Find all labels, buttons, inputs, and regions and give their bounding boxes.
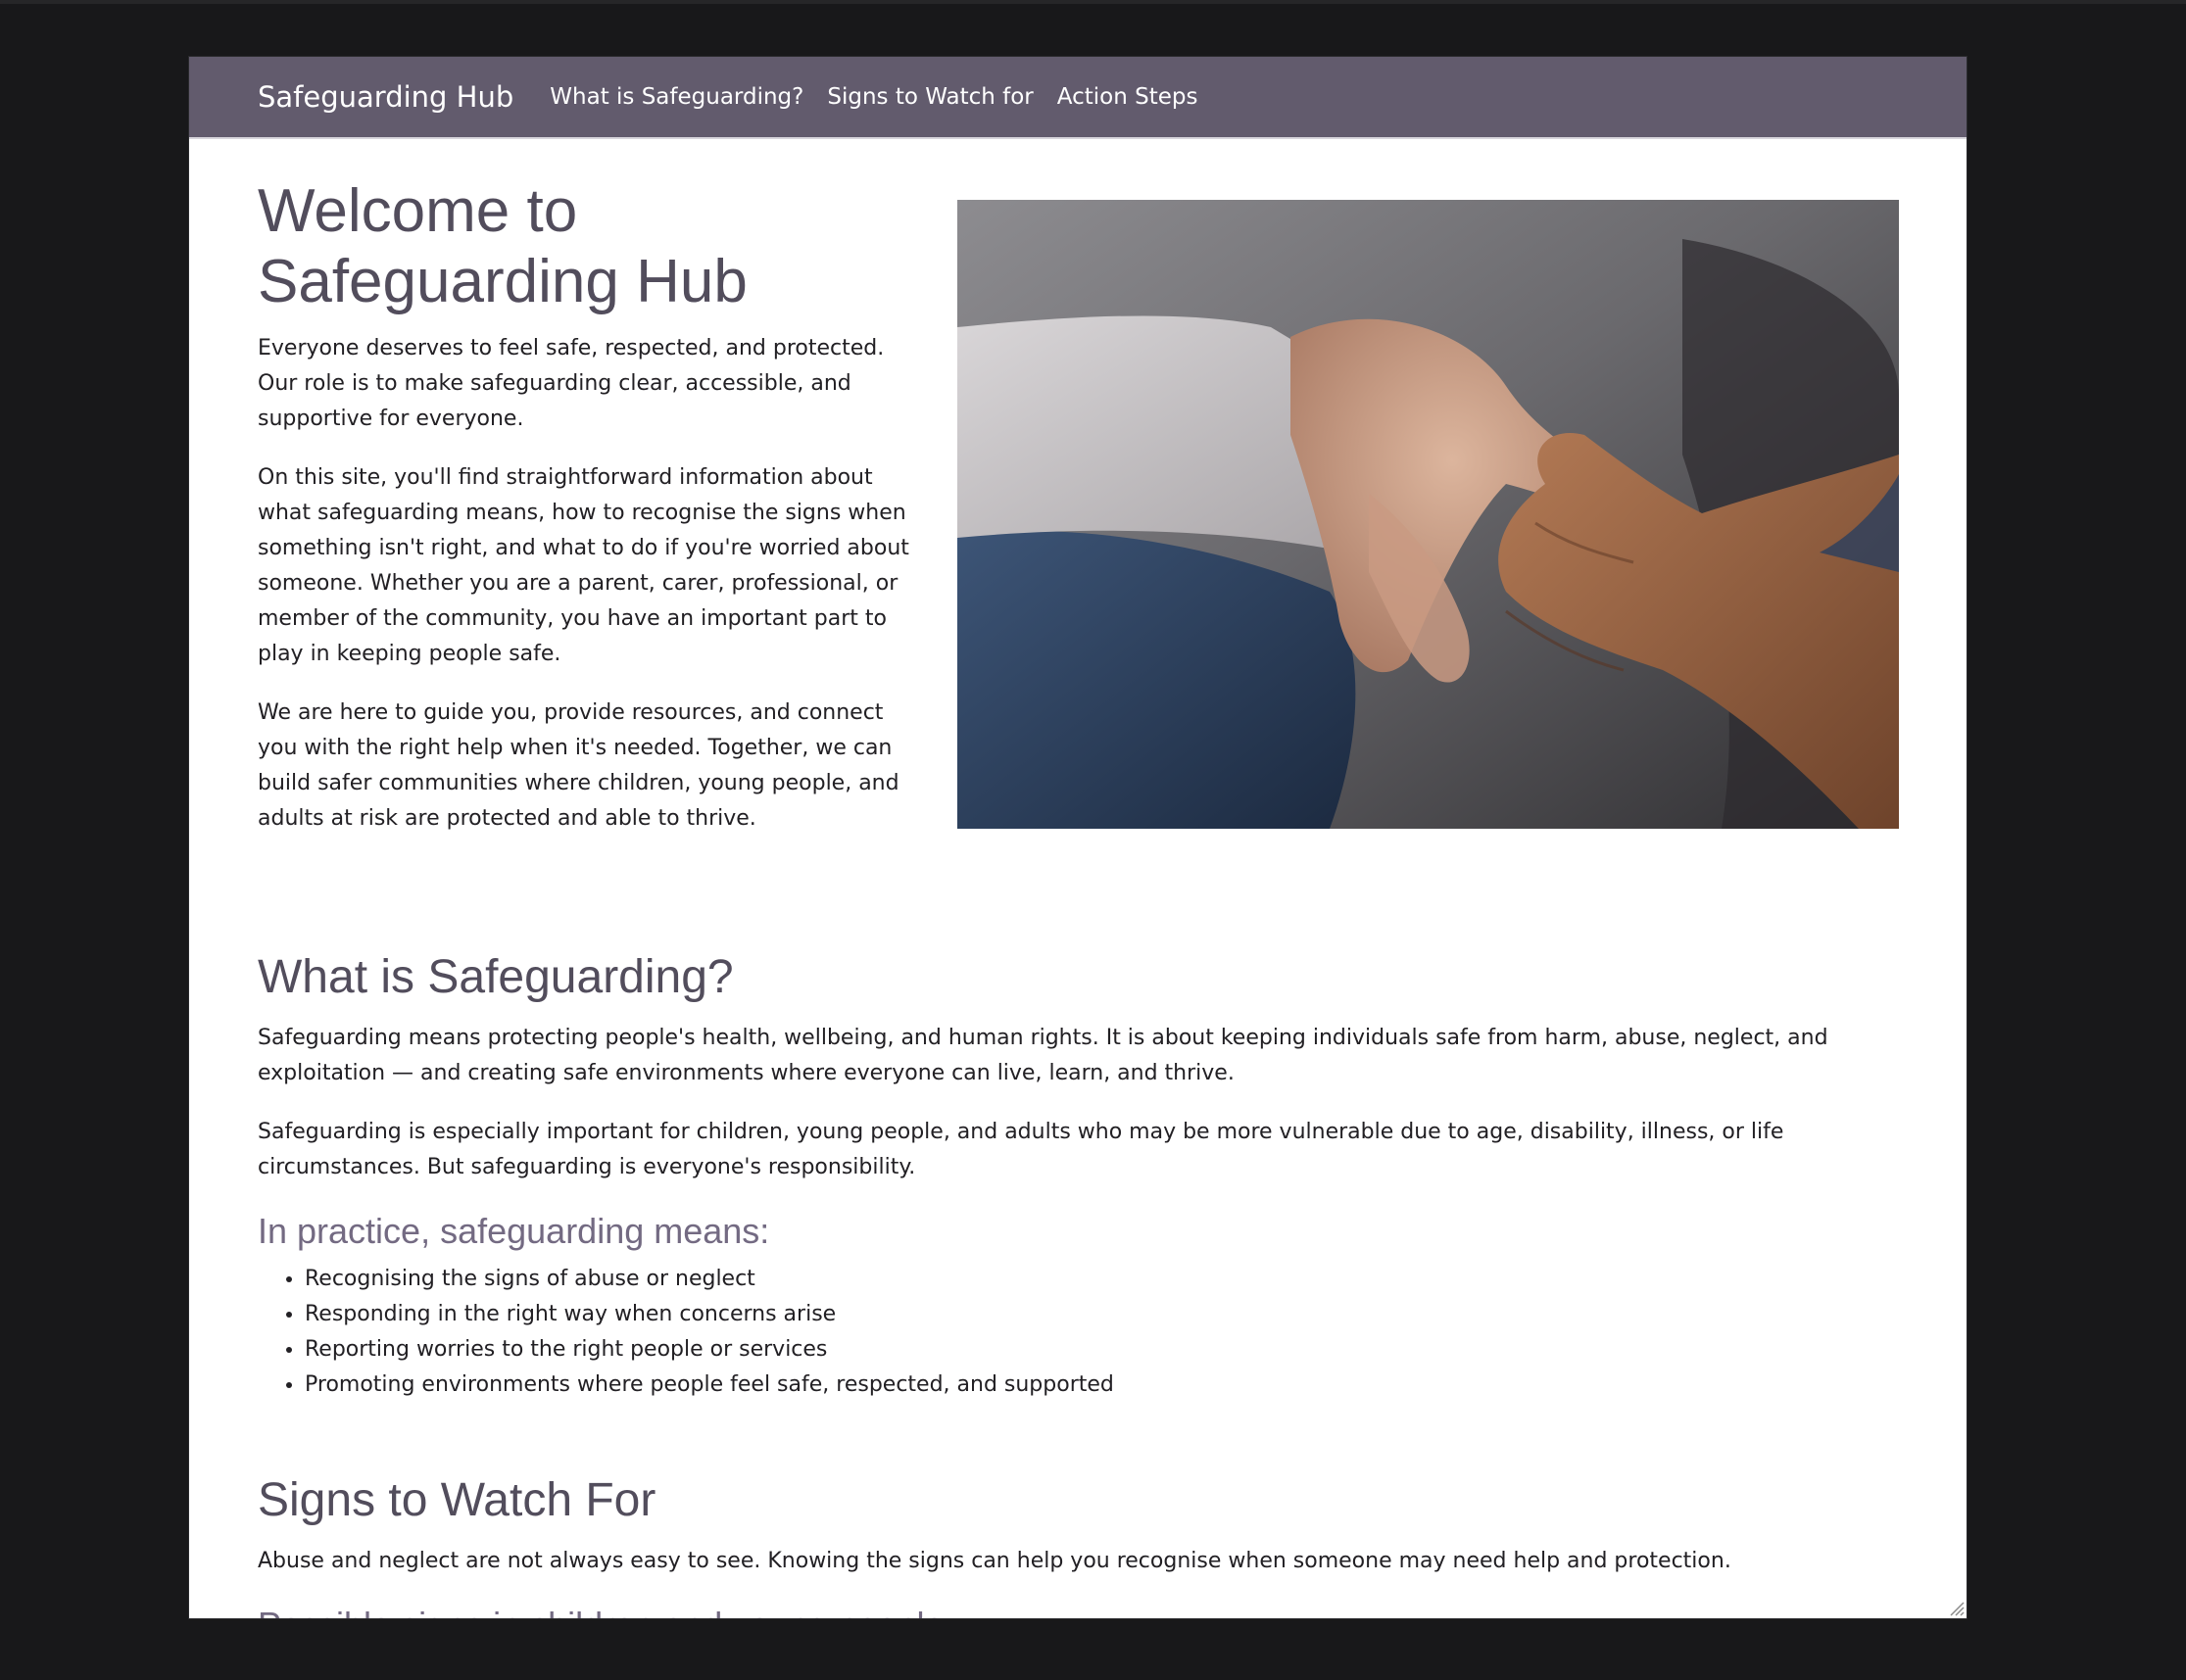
hero-image-holding-hands <box>957 200 1899 829</box>
hero-title: Welcome to Safeguarding Hub <box>258 176 920 317</box>
list-item: Reporting worries to the right people or… <box>305 1332 1899 1368</box>
what-is-section: What is Safeguarding? Safeguarding means… <box>258 948 1899 1403</box>
list-item: Responding in the right way when concern… <box>305 1297 1899 1332</box>
navbar: Safeguarding Hub What is Safeguarding? S… <box>189 57 1967 139</box>
resize-grip-icon[interactable] <box>1947 1599 1965 1616</box>
signs-children-title: Possible signs in children and young peo… <box>258 1603 1899 1618</box>
list-item: Promoting environments where people feel… <box>305 1368 1899 1403</box>
what-is-paragraph-1: Safeguarding means protecting people's h… <box>258 1026 1828 1085</box>
hero-section: Welcome to Safeguarding Hub Everyone des… <box>258 139 1899 860</box>
hero-paragraph-2: On this site, you'll find straightforwar… <box>258 465 909 666</box>
hero-title-line-1: Welcome to <box>258 177 578 245</box>
hero-text: Welcome to Safeguarding Hub Everyone des… <box>258 176 920 860</box>
brand-link[interactable]: Safeguarding Hub <box>258 80 513 114</box>
main-content: Welcome to Safeguarding Hub Everyone des… <box>189 139 1967 1618</box>
nav-link-signs-to-watch-for[interactable]: Signs to Watch for <box>827 84 1033 110</box>
practice-title: In practice, safeguarding means: <box>258 1211 770 1251</box>
hero-paragraph-3: We are here to guide you, provide resour… <box>258 700 899 831</box>
top-strip <box>0 0 2186 4</box>
list-item: Recognising the signs of abuse or neglec… <box>305 1262 1899 1297</box>
page-viewport: Safeguarding Hub What is Safeguarding? S… <box>189 57 1967 1618</box>
signs-intro: Abuse and neglect are not always easy to… <box>258 1549 1731 1573</box>
hero-paragraph-1: Everyone deserves to feel safe, respecte… <box>258 336 885 431</box>
what-is-paragraph-2: Safeguarding is especially important for… <box>258 1120 1784 1179</box>
nav-link-what-is-safeguarding[interactable]: What is Safeguarding? <box>550 84 803 110</box>
what-is-title: What is Safeguarding? <box>258 951 734 1003</box>
signs-section: Signs to Watch For Abuse and neglect are… <box>258 1471 1899 1618</box>
signs-title: Signs to Watch For <box>258 1474 656 1526</box>
practice-list: Recognising the signs of abuse or neglec… <box>258 1262 1899 1403</box>
nav-link-action-steps[interactable]: Action Steps <box>1057 84 1198 110</box>
hero-title-line-2: Safeguarding Hub <box>258 248 748 315</box>
